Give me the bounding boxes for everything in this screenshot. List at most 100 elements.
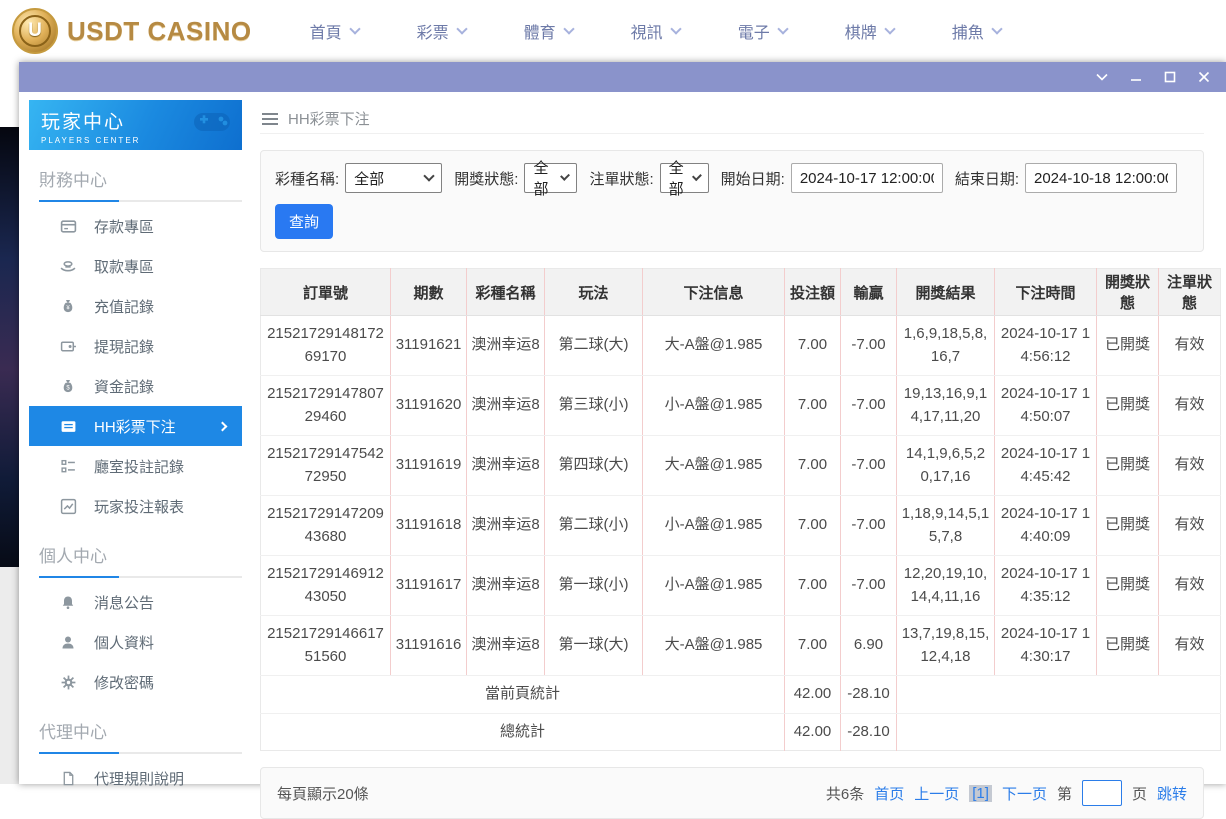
table-row: 215217291469124305031191617澳洲幸运8第一球(小)小-…: [261, 556, 1221, 616]
search-button[interactable]: 查詢: [275, 204, 333, 239]
table-cell: 19,13,16,9,14,17,11,20: [897, 376, 995, 436]
table-cell: 2152172914661751560: [261, 616, 391, 676]
table-cell: 澳洲幸运8: [467, 616, 545, 676]
nav-item-5[interactable]: 電子: [738, 19, 787, 43]
nav-item-3[interactable]: 體育: [524, 19, 573, 43]
column-header: 開獎狀態: [1097, 269, 1159, 316]
chevron-down-icon: [560, 171, 570, 181]
nav-item-1[interactable]: 首頁: [310, 19, 359, 43]
table-cell: 有效: [1159, 556, 1221, 616]
sidebar-item[interactable]: 廳室投註記錄: [29, 446, 242, 486]
table-header-row: 訂單號期數彩種名稱玩法下注信息投注額輸贏開獎結果下注時間開獎狀態注單狀態: [261, 269, 1221, 316]
sidebar-item-label: 消息公告: [94, 592, 154, 613]
sidebar-item[interactable]: 提現記錄: [29, 326, 242, 366]
nav-item-6[interactable]: 棋牌: [845, 19, 894, 43]
column-header: 玩法: [545, 269, 643, 316]
nav-item-2[interactable]: 彩票: [417, 19, 466, 43]
table-cell: 7.00: [785, 556, 841, 616]
withdraw-icon: [59, 257, 77, 275]
summary-winloss-total: -28.10: [841, 676, 897, 714]
room-bet-record-icon: [59, 457, 77, 475]
table-row: 215217291478072946031191620澳洲幸运8第三球(小)小-…: [261, 376, 1221, 436]
sidebar-item-label: 玩家投注報表: [94, 496, 184, 517]
nav-item-4[interactable]: 視訊: [631, 19, 680, 43]
logo-letter: U: [19, 15, 51, 47]
sidebar: 玩家中心 PLAYERS CENTER 財務中心存款專區取款專區¥充值記錄提現記…: [19, 92, 252, 784]
end-date-label: 結束日期:: [955, 168, 1019, 189]
sidebar-item[interactable]: 取款專區: [29, 246, 242, 286]
draw-status-select[interactable]: 全部: [524, 163, 577, 193]
jump-link[interactable]: 跳转: [1157, 783, 1187, 804]
order-status-select[interactable]: 全部: [660, 163, 709, 193]
table-cell: 1,18,9,14,5,15,7,8: [897, 496, 995, 556]
sidebar-item[interactable]: 消息公告: [29, 582, 242, 622]
sidebar-item[interactable]: 修改密碼: [29, 662, 242, 702]
table-cell: 已開獎: [1097, 376, 1159, 436]
table-cell: 已開獎: [1097, 496, 1159, 556]
per-page-text: 每頁顯示20條: [277, 783, 369, 804]
sidebar-item[interactable]: 存款專區: [29, 206, 242, 246]
nav-item-7[interactable]: 捕魚: [952, 19, 1001, 43]
sidebar-item-active[interactable]: HH彩票下注: [29, 406, 242, 446]
minimize-icon[interactable]: [1124, 66, 1148, 88]
table-cell: 有效: [1159, 436, 1221, 496]
page-title: HH彩票下注: [288, 108, 370, 129]
table-cell: 2152172914720943680: [261, 496, 391, 556]
first-page-link[interactable]: 首页: [874, 783, 904, 804]
table-cell: 澳洲幸运8: [467, 436, 545, 496]
table-cell: 大-A盤@1.985: [643, 616, 785, 676]
table-cell: -7.00: [841, 316, 897, 376]
table-cell: 14,1,9,6,5,20,17,16: [897, 436, 995, 496]
nav-item-label: 首頁: [310, 19, 342, 43]
sidebar-item-label: 充值記錄: [94, 296, 154, 317]
end-date-input[interactable]: [1025, 163, 1177, 193]
column-header: 下注時間: [995, 269, 1097, 316]
collapse-icon[interactable]: [1090, 66, 1114, 88]
sidebar-item[interactable]: 玩家投注報表: [29, 486, 242, 526]
table-cell: 7.00: [785, 376, 841, 436]
sidebar-item[interactable]: $資金記錄: [29, 366, 242, 406]
breadcrumb: HH彩票下注: [260, 104, 1204, 134]
order-status-select-value: 全部: [669, 157, 687, 199]
nav-item-label: 彩票: [417, 19, 449, 43]
hamburger-icon[interactable]: [262, 113, 278, 125]
chevron-down-icon: [670, 23, 681, 34]
prev-page-link[interactable]: 上一页: [914, 783, 959, 804]
summary-empty: [897, 713, 1221, 751]
start-date-input[interactable]: [791, 163, 943, 193]
next-page-link[interactable]: 下一页: [1002, 783, 1047, 804]
column-header: 訂單號: [261, 269, 391, 316]
sidebar-item[interactable]: ¥ 充值記錄: [29, 286, 242, 326]
table-cell: 2152172914691243050: [261, 556, 391, 616]
table-cell: 有效: [1159, 496, 1221, 556]
jump-prefix-text: 第: [1057, 783, 1072, 804]
column-header: 注單狀態: [1159, 269, 1221, 316]
total-count-text: 共6条: [826, 783, 864, 804]
table-cell: 7.00: [785, 496, 841, 556]
sidebar-item[interactable]: 個人資料: [29, 622, 242, 662]
top-nav-items: 首頁 彩票 體育 視訊 電子 棋牌 捕魚: [310, 19, 1059, 43]
lottery-bet-icon: [59, 417, 77, 435]
table-cell: 已開獎: [1097, 316, 1159, 376]
close-icon[interactable]: [1192, 66, 1216, 88]
sidebar-item-label: 修改密碼: [94, 672, 154, 693]
table-cell: 31191618: [391, 496, 467, 556]
summary-winloss-total: -28.10: [841, 713, 897, 751]
table-cell: -7.00: [841, 376, 897, 436]
sidebar-section-title: 代理中心: [39, 718, 242, 752]
bet-records-table: 訂單號期數彩種名稱玩法下注信息投注額輸贏開獎結果下注時間開獎狀態注單狀態 215…: [260, 268, 1221, 751]
table-cell: 第二球(大): [545, 316, 643, 376]
maximize-icon[interactable]: [1158, 66, 1182, 88]
table-cell: 大-A盤@1.985: [643, 436, 785, 496]
sidebar-item[interactable]: 代理規則說明: [29, 758, 242, 798]
table-cell: 31191616: [391, 616, 467, 676]
brand-logo[interactable]: U USDT CASINO: [12, 8, 252, 54]
profile-icon: [59, 633, 77, 651]
gamepad-icon: [190, 107, 234, 142]
table-cell: 31191619: [391, 436, 467, 496]
table-cell: 2152172914780729460: [261, 376, 391, 436]
table-cell: -7.00: [841, 496, 897, 556]
recharge-record-icon: ¥: [59, 297, 77, 315]
lottery-select[interactable]: 全部: [345, 163, 442, 193]
table-cell: 澳洲幸运8: [467, 376, 545, 436]
